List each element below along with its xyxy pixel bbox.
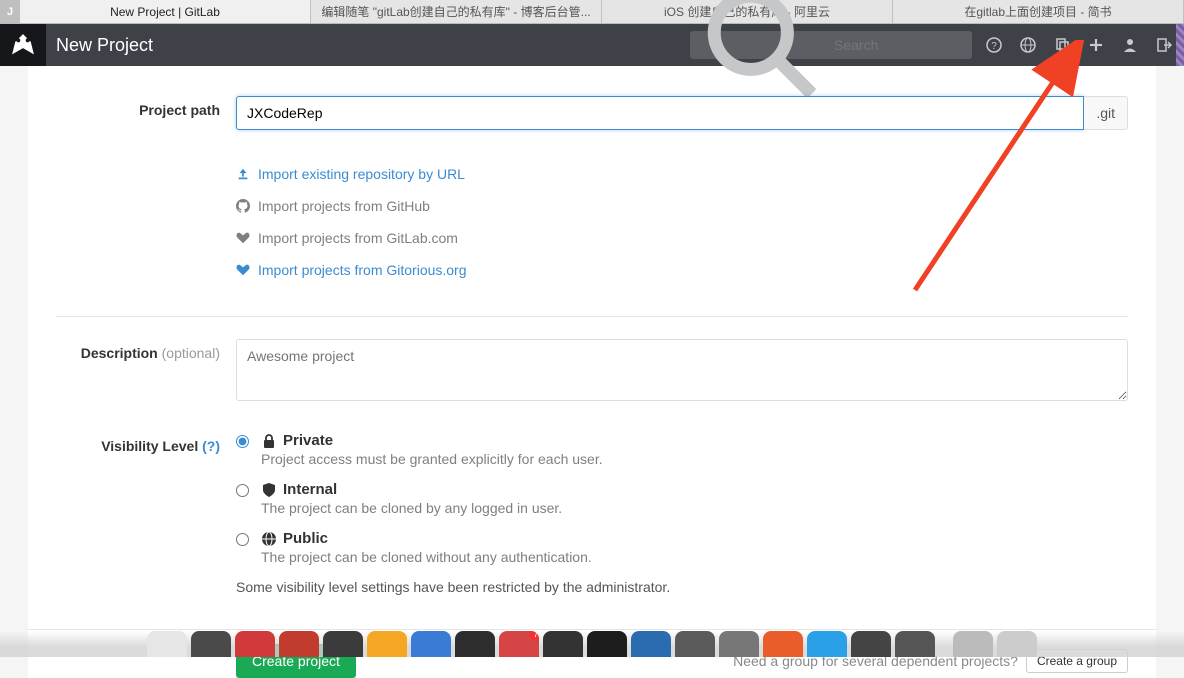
user-icon[interactable] [1122, 37, 1138, 53]
dock-trash-icon[interactable] [997, 631, 1037, 657]
shield-icon [261, 482, 277, 498]
new-project-form: Project path .git Import existing reposi… [28, 66, 1156, 678]
browser-tab-3[interactable]: 在gitlab上面创建项目 - 简书 [893, 0, 1184, 23]
git-suffix: .git [1084, 96, 1128, 130]
dock-app-icon[interactable] [631, 631, 671, 657]
visibility-internal[interactable]: Internal The project can be cloned by an… [236, 481, 1128, 516]
search-box[interactable] [690, 31, 972, 59]
help-icon[interactable]: ? [986, 37, 1002, 53]
dock-app-icon[interactable] [895, 631, 935, 657]
visibility-public[interactable]: Public The project can be cloned without… [236, 530, 1128, 565]
topbar: New Project ? [0, 24, 1184, 66]
dock-app-icon[interactable] [279, 631, 319, 657]
lock-icon [261, 433, 277, 449]
dock-app-icon[interactable] [323, 631, 363, 657]
visibility-private-radio[interactable] [236, 435, 249, 448]
heart-filled-icon [236, 263, 250, 277]
dock-app-icon[interactable] [543, 631, 583, 657]
globe-icon[interactable] [1020, 37, 1036, 53]
dock-app-icon[interactable] [587, 631, 627, 657]
visibility-level-label: Visibility Level (?) [56, 432, 236, 595]
dock-app-icon[interactable] [763, 631, 803, 657]
github-icon [236, 199, 250, 213]
project-path-input[interactable] [236, 96, 1084, 130]
visibility-private[interactable]: Private Project access must be granted e… [236, 432, 1128, 467]
dock-app-icon[interactable] [675, 631, 715, 657]
dock-app-icon[interactable] [807, 631, 847, 657]
dock-app-icon[interactable] [367, 631, 407, 657]
page-title: New Project [56, 35, 153, 56]
search-input[interactable] [834, 37, 964, 53]
dock-downloads-icon[interactable] [953, 631, 993, 657]
import-github[interactable]: Import projects from GitHub [236, 190, 1128, 222]
macos-dock: 7 [0, 631, 1184, 657]
import-gitlab-com[interactable]: Import projects from GitLab.com [236, 222, 1128, 254]
browser-tabbar: J New Project | GitLab 编辑随笔 "gitLab创建自己的… [0, 0, 1184, 24]
dock-app-icon[interactable] [851, 631, 891, 657]
dock-app-icon[interactable] [719, 631, 759, 657]
import-by-url[interactable]: Import existing repository by URL [236, 158, 1128, 190]
dock-finder-icon[interactable] [147, 631, 187, 657]
search-icon [698, 0, 828, 110]
globe-outline-icon [261, 531, 277, 547]
heart-icon [236, 231, 250, 245]
browser-tab-0[interactable]: New Project | GitLab [20, 0, 311, 23]
description-textarea[interactable] [236, 339, 1128, 401]
description-label: Description (optional) [56, 339, 236, 404]
dock-app-icon[interactable] [191, 631, 231, 657]
visibility-public-radio[interactable] [236, 533, 249, 546]
visibility-help-link[interactable]: (?) [202, 438, 220, 454]
upload-icon [236, 167, 250, 181]
svg-text:?: ? [991, 41, 997, 52]
visibility-restricted-note: Some visibility level settings have been… [236, 579, 1128, 595]
signout-icon[interactable] [1156, 37, 1172, 53]
dock-app-icon[interactable] [235, 631, 275, 657]
visibility-internal-radio[interactable] [236, 484, 249, 497]
dock-app-icon[interactable]: 7 [499, 631, 539, 657]
import-gitorious[interactable]: Import projects from Gitorious.org [236, 254, 1128, 286]
dock-app-icon[interactable] [411, 631, 451, 657]
browser-tab-1[interactable]: 编辑随笔 "gitLab创建自己的私有库" - 博客后台管... [311, 0, 602, 23]
project-path-label: Project path [56, 96, 236, 286]
dock-app-icon[interactable] [455, 631, 495, 657]
gitlab-logo-icon[interactable] [0, 24, 46, 66]
copy-icon[interactable] [1054, 37, 1070, 53]
plus-icon[interactable] [1088, 37, 1104, 53]
tab-prefix: J [0, 0, 20, 23]
